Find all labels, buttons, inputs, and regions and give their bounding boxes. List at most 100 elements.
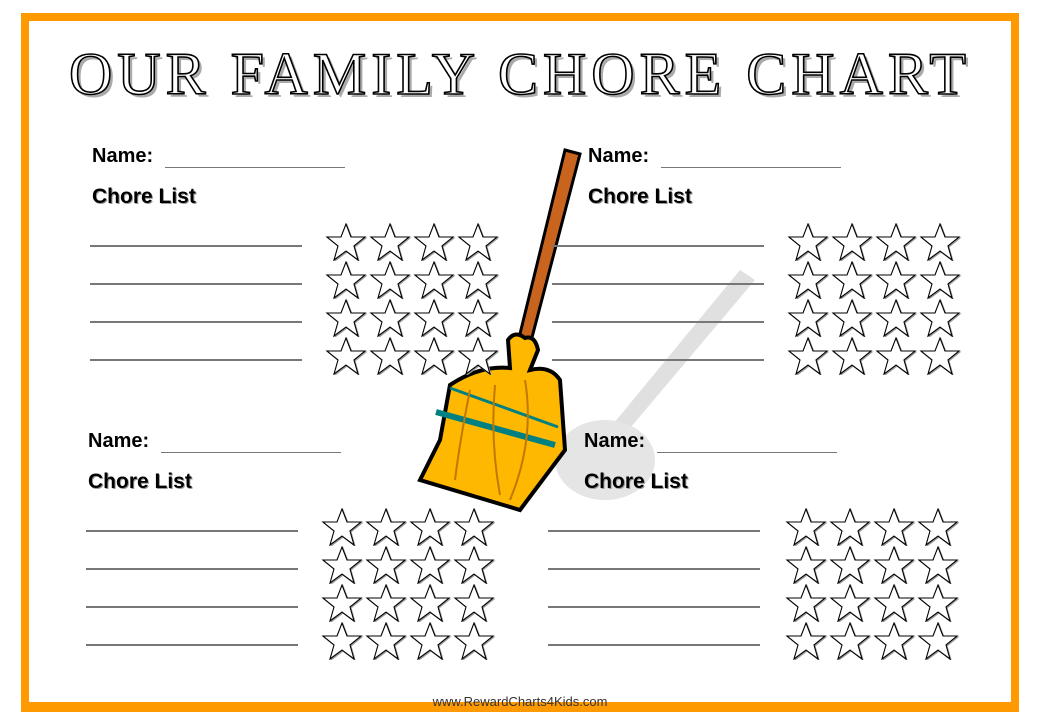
star-outline-icon[interactable] [874, 260, 918, 300]
star-outline-icon[interactable] [918, 298, 962, 338]
name-label: Name: [88, 430, 150, 452]
star-outline-icon[interactable] [324, 222, 368, 262]
star-outline-icon[interactable] [368, 298, 412, 338]
name-field-row: Name: [88, 430, 342, 453]
star-outline-icon[interactable] [324, 260, 368, 300]
star-outline-icon[interactable] [412, 260, 456, 300]
star-outline-icon[interactable] [320, 545, 364, 585]
star-outline-icon[interactable] [320, 507, 364, 547]
star-outline-icon[interactable] [408, 583, 452, 623]
chore-list-heading: Chore List [584, 470, 688, 493]
page-title: OUR FAMILY CHORE CHART [68, 40, 972, 108]
chore-list-heading: Chore List [92, 185, 196, 208]
star-outline-icon[interactable] [872, 545, 916, 585]
star-outline-icon[interactable] [786, 298, 830, 338]
star-outline-icon[interactable] [324, 336, 368, 376]
star-outline-icon[interactable] [320, 583, 364, 623]
star-outline-icon[interactable] [452, 507, 496, 547]
star-outline-icon[interactable] [408, 507, 452, 547]
chore-lines [90, 245, 302, 397]
chore-entry-line[interactable] [86, 530, 298, 532]
star-outline-icon[interactable] [456, 260, 500, 300]
star-outline-icon[interactable] [874, 336, 918, 376]
chore-lines [86, 530, 298, 682]
star-outline-icon[interactable] [916, 621, 960, 661]
star-outline-icon[interactable] [412, 222, 456, 262]
chore-entry-line[interactable] [90, 321, 302, 323]
name-field-row: Name: [92, 145, 346, 168]
name-input-line[interactable] [661, 149, 842, 168]
chore-entry-line[interactable] [552, 359, 764, 361]
star-outline-icon[interactable] [786, 260, 830, 300]
star-outline-icon[interactable] [452, 545, 496, 585]
star-outline-icon[interactable] [412, 298, 456, 338]
star-outline-icon[interactable] [368, 260, 412, 300]
star-outline-icon[interactable] [784, 583, 828, 623]
chore-entry-line[interactable] [552, 283, 764, 285]
star-outline-icon[interactable] [786, 222, 830, 262]
star-outline-icon[interactable] [828, 621, 872, 661]
star-outline-icon[interactable] [324, 298, 368, 338]
star-outline-icon[interactable] [456, 336, 500, 376]
star-outline-icon[interactable] [872, 621, 916, 661]
star-outline-icon[interactable] [786, 336, 830, 376]
star-outline-icon[interactable] [918, 222, 962, 262]
star-outline-icon[interactable] [874, 222, 918, 262]
star-outline-icon[interactable] [784, 507, 828, 547]
star-outline-icon[interactable] [456, 298, 500, 338]
star-outline-icon[interactable] [916, 507, 960, 547]
star-outline-icon[interactable] [364, 621, 408, 661]
star-outline-icon[interactable] [408, 545, 452, 585]
star-outline-icon[interactable] [368, 222, 412, 262]
chore-entry-line[interactable] [548, 606, 760, 608]
star-outline-icon[interactable] [830, 336, 874, 376]
star-outline-icon[interactable] [784, 621, 828, 661]
star-outline-icon[interactable] [830, 260, 874, 300]
star-outline-icon[interactable] [368, 336, 412, 376]
star-outline-icon[interactable] [784, 545, 828, 585]
chore-entry-line[interactable] [552, 321, 764, 323]
star-outline-icon[interactable] [828, 545, 872, 585]
name-field-row: Name: [584, 430, 838, 453]
name-input-line[interactable] [657, 434, 838, 453]
chore-entry-line[interactable] [548, 644, 760, 646]
star-outline-icon[interactable] [828, 507, 872, 547]
chore-entry-line[interactable] [90, 245, 302, 247]
star-outline-icon[interactable] [452, 621, 496, 661]
star-outline-icon[interactable] [828, 583, 872, 623]
chore-panel-bottom-left: Name: Chore List [86, 430, 508, 670]
star-outline-icon[interactable] [408, 621, 452, 661]
star-outline-icon[interactable] [830, 298, 874, 338]
star-outline-icon[interactable] [364, 545, 408, 585]
star-outline-icon[interactable] [872, 583, 916, 623]
star-outline-icon[interactable] [364, 507, 408, 547]
star-outline-icon[interactable] [320, 621, 364, 661]
chore-entry-line[interactable] [90, 283, 302, 285]
chore-entry-line[interactable] [552, 245, 764, 247]
website-footer: www.RewardCharts4Kids.com [432, 694, 608, 709]
star-outline-icon[interactable] [830, 222, 874, 262]
chore-entry-line[interactable] [548, 568, 760, 570]
name-input-line[interactable] [161, 434, 342, 453]
chore-panel-bottom-right: Name: Chore List [548, 430, 1004, 670]
star-outline-icon[interactable] [916, 583, 960, 623]
chore-entry-line[interactable] [548, 530, 760, 532]
name-field-row: Name: [588, 145, 842, 168]
chore-entry-line[interactable] [90, 359, 302, 361]
star-outline-icon[interactable] [918, 336, 962, 376]
star-outline-icon[interactable] [412, 336, 456, 376]
chore-entry-line[interactable] [86, 568, 298, 570]
name-label: Name: [584, 430, 646, 452]
star-outline-icon[interactable] [918, 260, 962, 300]
star-outline-icon[interactable] [874, 298, 918, 338]
star-outline-icon[interactable] [872, 507, 916, 547]
chore-entry-line[interactable] [86, 606, 298, 608]
star-outline-icon[interactable] [364, 583, 408, 623]
star-outline-icon[interactable] [916, 545, 960, 585]
chore-lines [548, 530, 760, 682]
star-outline-icon[interactable] [452, 583, 496, 623]
name-input-line[interactable] [165, 149, 346, 168]
star-outline-icon[interactable] [456, 222, 500, 262]
name-label: Name: [92, 145, 154, 167]
chore-entry-line[interactable] [86, 644, 298, 646]
